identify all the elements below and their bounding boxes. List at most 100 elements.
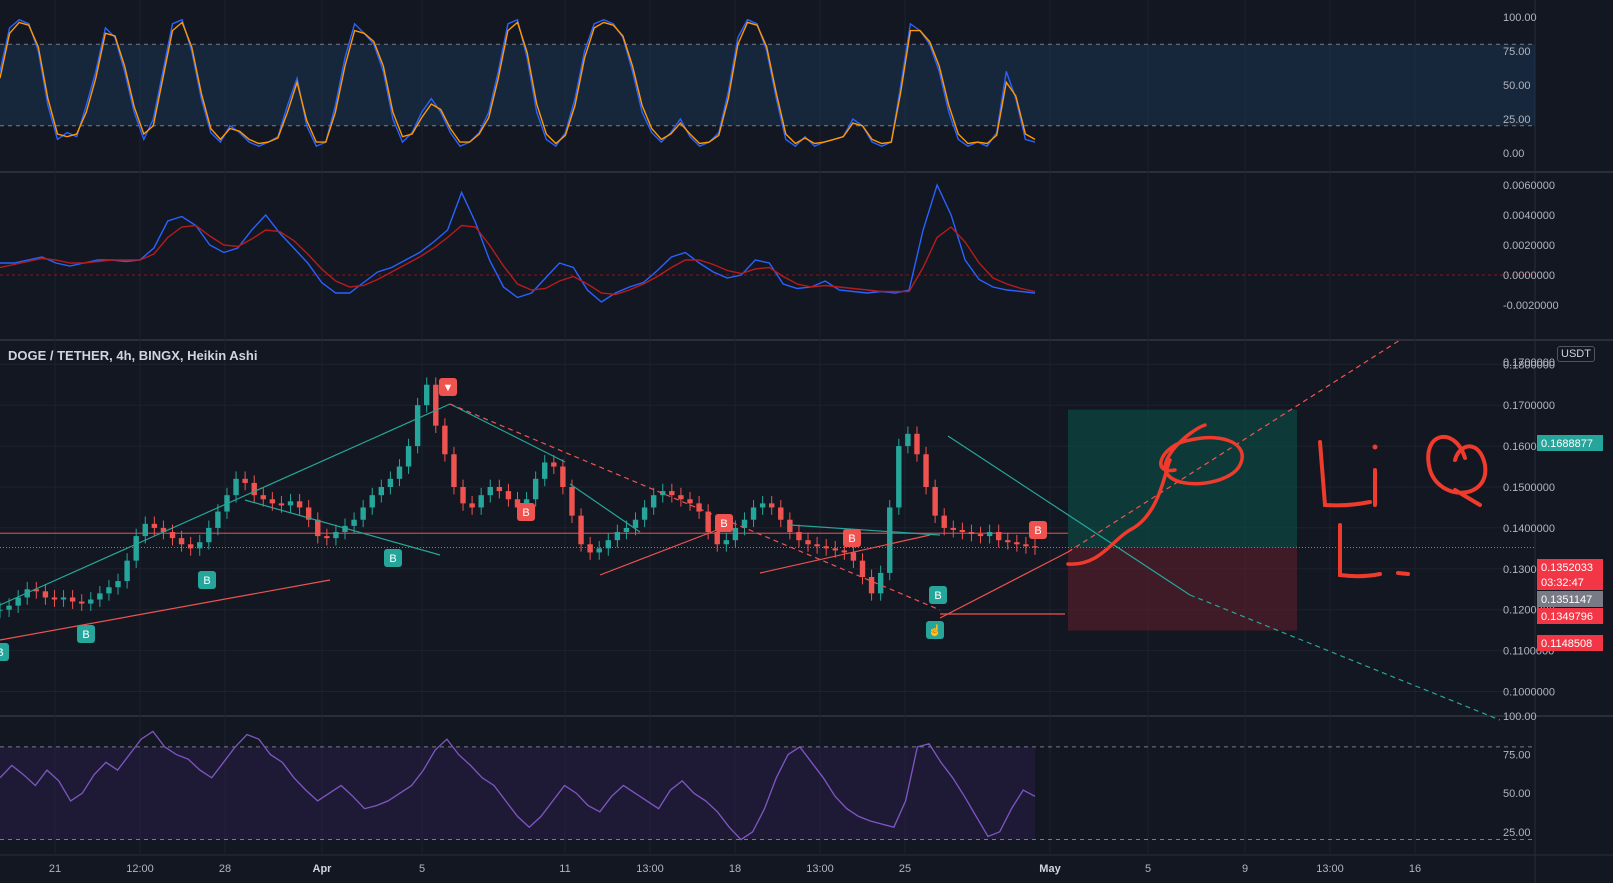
candle-body — [1005, 540, 1011, 543]
time-label: 16 — [1409, 863, 1421, 875]
candle-body — [197, 542, 203, 549]
price-tick: 0.1500000 — [1503, 482, 1555, 494]
candle-body — [251, 482, 257, 496]
candle-body — [823, 546, 829, 549]
candle-body — [796, 532, 802, 541]
candle-body — [69, 597, 76, 602]
candle-body — [178, 538, 185, 545]
candle-body — [187, 544, 194, 549]
price-axis-label-text: 0.1352033 — [1541, 562, 1593, 574]
price-tick: 0.1000000 — [1503, 687, 1555, 699]
candle-body — [79, 601, 85, 604]
candle-body — [1014, 542, 1020, 545]
candle-body — [714, 532, 720, 545]
candle-body — [941, 515, 947, 528]
candle-body — [60, 597, 67, 600]
time-label: Apr — [313, 863, 333, 875]
buy-signal: B — [384, 549, 402, 567]
sell-signal: B — [843, 529, 861, 547]
candle-body — [877, 572, 884, 594]
sell-signal: B — [1029, 521, 1047, 539]
candle-body — [868, 577, 875, 594]
candle-body — [705, 511, 711, 532]
candle-body — [469, 503, 475, 508]
macd-tick: 0.0040000 — [1503, 210, 1555, 222]
candle-body — [460, 487, 466, 504]
candle-body — [669, 491, 675, 496]
candle-body — [850, 552, 857, 561]
candle-body — [496, 487, 503, 492]
buy-signal-label: B — [82, 629, 89, 641]
stoch-tick: 25.00 — [1503, 114, 1531, 126]
candle-body — [369, 495, 375, 508]
candle-body — [442, 425, 448, 455]
candle-body — [6, 605, 12, 610]
time-label: 5 — [1145, 863, 1151, 875]
top-signal-label: ▼ — [443, 382, 454, 394]
candle-body — [97, 593, 103, 600]
candle-body — [424, 384, 430, 406]
candle-body — [433, 384, 439, 426]
sell-signal: B — [715, 514, 733, 532]
candle-body — [487, 487, 493, 496]
candle-body — [478, 495, 484, 508]
long-stop-zone — [1068, 547, 1297, 631]
candle-body — [596, 548, 602, 553]
candle-body — [1032, 546, 1038, 548]
time-label: 12:00 — [126, 863, 154, 875]
candle-body — [778, 507, 784, 520]
macd-tick: 0.0060000 — [1503, 180, 1555, 192]
candle-body — [414, 405, 421, 447]
candle-body — [986, 532, 993, 537]
time-label: 25 — [899, 863, 911, 875]
sell-signal-label: B — [720, 518, 727, 530]
candle-body — [687, 499, 693, 504]
candle-body — [324, 536, 330, 539]
time-label: 5 — [419, 863, 425, 875]
symbol-title[interactable]: DOGE / TETHER, 4h, BINGX, Heikin Ashi — [8, 348, 257, 363]
cursor-signal-label: ☝ — [928, 623, 942, 637]
candle-body — [0, 609, 3, 611]
candle-body — [560, 466, 566, 487]
buy-signal: B — [198, 571, 216, 589]
currency-badge[interactable]: USDT — [1557, 346, 1595, 362]
candle-body — [260, 495, 266, 500]
time-label: 13:00 — [636, 863, 664, 875]
tradingview-chart[interactable]: B B B B B B B B B ▼ ☝ 21 12:00 28 Apr 5 11 13:00 18 13:00 2… — [0, 0, 1613, 883]
time-label: 13:00 — [806, 863, 834, 875]
hand-period — [1396, 571, 1410, 576]
buy-signal-label: B — [389, 553, 396, 565]
candle-body — [242, 478, 248, 483]
time-label: 11 — [559, 863, 570, 875]
time-label: 13:00 — [1316, 863, 1344, 875]
sell-signal-label: B — [522, 507, 529, 519]
candle-body — [968, 532, 975, 535]
time-label: 28 — [219, 863, 231, 875]
hand-dot — [1372, 444, 1378, 450]
candle-body — [115, 581, 121, 588]
time-label: 18 — [729, 863, 741, 875]
candle-body — [142, 523, 148, 537]
buy-signal-label: B — [934, 590, 941, 602]
candle-body — [905, 433, 911, 447]
price-tick: 0.1700000 — [1503, 400, 1555, 412]
rsi-tick: 75.00 — [1503, 750, 1531, 762]
candle-body — [315, 519, 321, 537]
candle-body — [106, 587, 112, 594]
candle-body — [614, 532, 621, 541]
sell-signal-label: B — [848, 533, 855, 545]
buy-signal-label: B — [0, 647, 4, 659]
candle-body — [632, 519, 639, 528]
candle-body — [133, 536, 139, 561]
candle-body — [995, 532, 1002, 541]
candle-body — [832, 548, 838, 551]
stoch-tick: 50.00 — [1503, 80, 1531, 92]
candle-body — [932, 487, 938, 516]
candle-body — [678, 495, 684, 500]
candle-body — [88, 599, 94, 604]
candle-body — [769, 503, 775, 508]
candle-body — [396, 466, 403, 479]
stoch-tick: 0.00 — [1503, 148, 1524, 160]
rsi-band — [0, 746, 1035, 840]
buy-signal: B — [0, 643, 9, 661]
